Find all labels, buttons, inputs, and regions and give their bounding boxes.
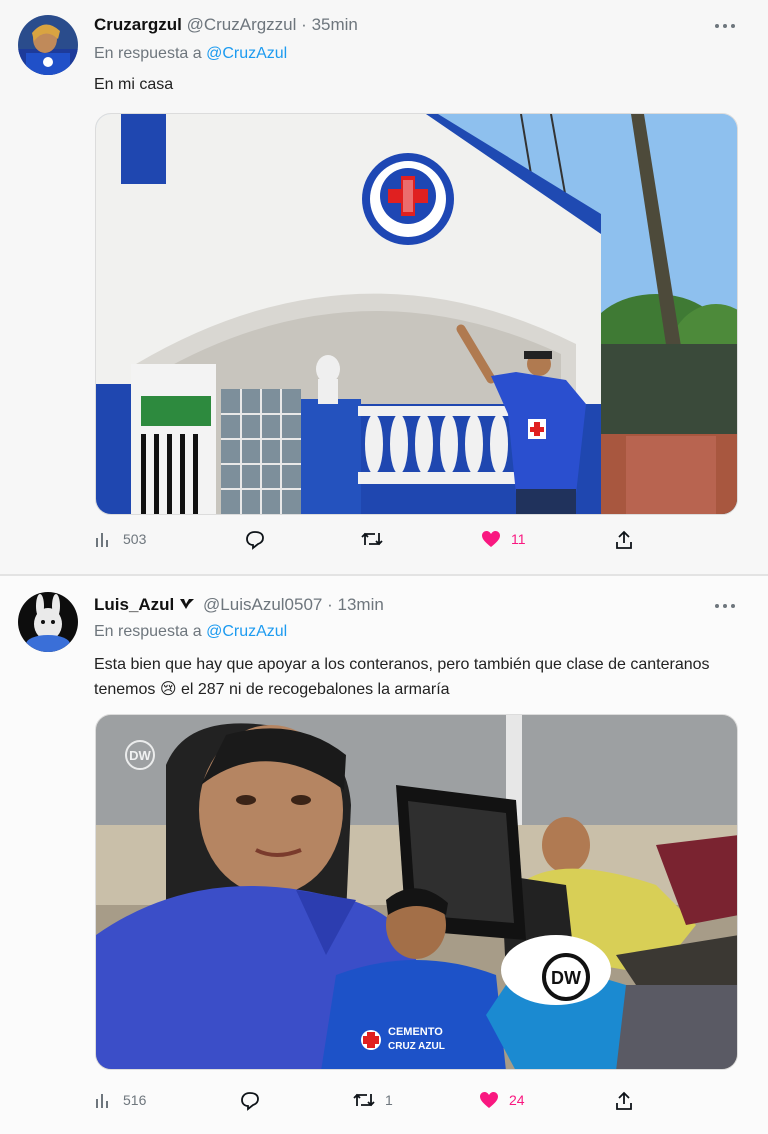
tweet[interactable]: Cruzargzul @CruzArgzzul · 35min En respu… xyxy=(0,0,768,574)
handle[interactable]: @CruzArgzzul xyxy=(187,15,297,34)
dw-badge: DW xyxy=(129,748,151,763)
microphone-logo: DW xyxy=(551,968,581,988)
views-icon xyxy=(96,533,108,547)
retweet-count: 1 xyxy=(385,1092,393,1108)
share-button[interactable] xyxy=(615,1091,633,1111)
reply-prefix: En respuesta a xyxy=(94,45,202,62)
heart-icon xyxy=(480,1092,498,1108)
views-count: 503 xyxy=(123,531,147,547)
like-count: 24 xyxy=(509,1092,525,1108)
retweet-icon xyxy=(353,1093,375,1107)
tweet-header: Luis_Azul @LuisAzul0507 · 13min xyxy=(94,595,384,615)
timestamp[interactable]: 35min xyxy=(312,15,358,34)
tweet-actions: 516 1 24 xyxy=(95,1091,655,1117)
tweet-header: Cruzargzul @CruzArgzzul · 35min xyxy=(94,15,358,35)
avatar[interactable] xyxy=(18,15,78,75)
tweet-text: En mi casa xyxy=(94,76,174,93)
separator-dot: · xyxy=(327,595,333,614)
more-icon[interactable] xyxy=(714,13,736,34)
avatar[interactable] xyxy=(18,592,78,652)
display-name[interactable]: Cruzargzul xyxy=(94,15,182,34)
views-count: 516 xyxy=(123,1092,147,1108)
retweet-button[interactable]: 1 xyxy=(353,1091,393,1109)
jersey-sponsor-text-2: CRUZ AZUL xyxy=(388,1041,445,1052)
verified-icon xyxy=(180,599,195,609)
tweet-text: Esta bien que hay que apoyar a los conte… xyxy=(94,656,710,698)
views-button[interactable]: 516 xyxy=(95,1091,146,1109)
reply-button[interactable] xyxy=(240,1091,270,1111)
share-icon xyxy=(616,530,632,549)
reply-button[interactable] xyxy=(245,530,275,550)
handle[interactable]: @LuisAzul0507 xyxy=(203,595,322,614)
more-icon[interactable] xyxy=(714,593,736,614)
reply-prefix: En respuesta a xyxy=(94,623,202,640)
share-button[interactable] xyxy=(615,530,633,550)
retweet-icon xyxy=(361,532,383,546)
like-button[interactable]: 24 xyxy=(479,1091,525,1109)
tweet-actions: 503 11 xyxy=(95,530,655,556)
reply-context: En respuesta a @CruzAzul xyxy=(94,623,287,641)
heart-icon xyxy=(482,531,500,547)
tweet-photo[interactable]: DW CEMENTO CRUZ AZUL DW xyxy=(95,714,738,1070)
retweet-button[interactable] xyxy=(361,530,393,548)
reply-icon xyxy=(241,1092,259,1111)
share-icon xyxy=(616,1091,632,1110)
display-name[interactable]: Luis_Azul xyxy=(94,595,174,614)
views-icon xyxy=(96,1094,108,1108)
reply-context: En respuesta a @CruzAzul xyxy=(94,45,287,63)
tweet-photo[interactable] xyxy=(95,113,738,515)
like-button[interactable]: 11 xyxy=(481,530,526,548)
timeline: Cruzargzul @CruzArgzzul · 35min En respu… xyxy=(0,0,768,1134)
reply-to-link[interactable]: @CruzAzul xyxy=(206,45,287,62)
tweet[interactable]: Luis_Azul @LuisAzul0507 · 13min En respu… xyxy=(0,576,768,1134)
like-count: 11 xyxy=(511,531,526,547)
reply-icon xyxy=(246,531,264,550)
timestamp[interactable]: 13min xyxy=(338,595,384,614)
jersey-sponsor-text: CEMENTO xyxy=(388,1026,443,1038)
separator-dot: · xyxy=(301,15,307,34)
views-button[interactable]: 503 xyxy=(95,530,146,548)
reply-to-link[interactable]: @CruzAzul xyxy=(206,623,287,640)
